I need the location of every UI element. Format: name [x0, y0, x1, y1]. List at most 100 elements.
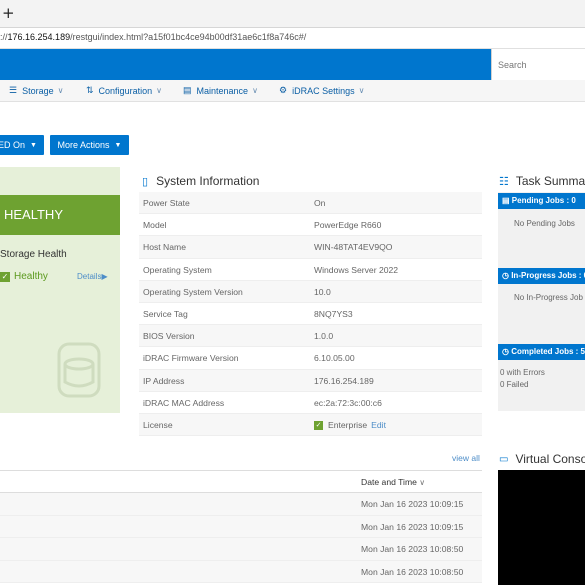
completed-failed-text: 0 Failed — [500, 380, 529, 389]
task-summary-title: Task Summar — [515, 174, 585, 188]
nav-item-configuration[interactable]: ⇅ Configuration ∨ — [86, 85, 162, 96]
sysinfo-row: Host Name WIN-48TAT4EV9QO — [139, 236, 482, 259]
play-arrow-icon: ▶ — [101, 272, 108, 281]
log-date-time: Mon Jan 16 2023 10:08:50 — [361, 566, 464, 577]
inprogress-jobs-header[interactable]: ◷ In-Progress Jobs : 0 — [498, 268, 585, 284]
address-bar[interactable]: ://176.16.254.189/restgui/index.html?a15… — [0, 28, 585, 49]
sysinfo-row: Power State On — [139, 192, 482, 215]
checkmark-icon: ✓ — [314, 421, 323, 431]
sysinfo-key: BIOS Version — [143, 331, 195, 342]
sysinfo-value: 10.0 — [314, 286, 331, 297]
virtual-console-title: Virtual Console — [515, 452, 585, 466]
sysinfo-key: iDRAC MAC Address — [143, 397, 225, 408]
sysinfo-row: iDRAC Firmware Version 6.10.05.00 — [139, 347, 482, 370]
sysinfo-row: Service Tag 8NQ7YS3 — [139, 303, 482, 326]
nav-item-maintenance[interactable]: ▤ Maintenance ∨ — [183, 85, 258, 96]
pending-jobs-header[interactable]: ▤ Pending Jobs : 0 — [498, 193, 585, 209]
caret-down-icon: ▼ — [30, 141, 37, 149]
storage-details-link[interactable]: Details▶ — [77, 272, 108, 281]
idrac-settings-icon: ⚙ — [279, 85, 288, 95]
sysinfo-row: iDRAC MAC Address ec:2a:72:3c:00:c6 — [139, 392, 482, 414]
log-table-header: Date and Time ∨ — [0, 470, 482, 493]
nav-item-idrac-settings[interactable]: ⚙ iDRAC Settings ∨ — [279, 85, 364, 96]
log-row[interactable]: Mon Jan 16 2023 10:09:15 — [0, 493, 482, 516]
storage-health-status: Healthy — [14, 271, 48, 282]
log-row[interactable]: Mon Jan 16 2023 10:08:50 — [0, 560, 482, 583]
storage-icon: ☰ — [9, 85, 18, 95]
sysinfo-value: 6.10.05.00 — [314, 353, 355, 364]
sysinfo-value: 8NQ7YS3 — [314, 308, 353, 319]
sysinfo-value: WIN-48TAT4EV9QO — [314, 242, 393, 253]
chevron-down-icon: ∨ — [252, 86, 258, 95]
license-value: Enterprise — [328, 419, 368, 430]
caret-down-icon: ▼ — [114, 141, 122, 149]
search-input[interactable] — [492, 49, 585, 80]
virtual-console-heading: ▭ Virtual Console — [499, 452, 585, 466]
search-box — [491, 49, 585, 80]
license-edit-link[interactable]: Edit — [371, 420, 386, 430]
sysinfo-row: Model PowerEdge R660 — [139, 214, 482, 237]
date-time-header-label: Date and Time — [361, 477, 417, 487]
sysinfo-value: 1.0.0 — [314, 331, 334, 342]
date-time-column-header[interactable]: Date and Time ∨ — [361, 477, 425, 487]
sysinfo-key: Service Tag — [143, 308, 188, 319]
led-on-button[interactable]: LED On ▼ — [0, 135, 44, 155]
maintenance-icon: ▤ — [183, 85, 192, 95]
clock-icon: ◷ — [502, 271, 512, 280]
sysinfo-value: ec:2a:72:3c:00:c6 — [314, 397, 382, 408]
configuration-icon: ⇅ — [86, 85, 94, 95]
main-nav: ☰ Storage ∨ ⇅ Configuration ∨ ▤ Maintena… — [0, 80, 585, 102]
sysinfo-key: Model — [143, 220, 167, 231]
task-summary-heading: ☷ Task Summar — [499, 174, 585, 188]
url-text: ://176.16.254.189/restgui/index.html?a15… — [0, 32, 306, 42]
storage-disk-icon — [57, 342, 101, 398]
view-all-link[interactable]: view all — [452, 453, 480, 463]
url-host: 176.16.254.189 — [7, 32, 71, 42]
new-tab-button[interactable]: + — [2, 4, 15, 22]
url-prefix: :// — [0, 32, 8, 42]
chevron-down-icon: ∨ — [419, 478, 426, 487]
sysinfo-row: BIOS Version 1.0.0 — [139, 325, 482, 348]
sysinfo-key: Operating System Version — [143, 286, 243, 297]
log-date-time: Mon Jan 16 2023 10:08:50 — [361, 544, 464, 554]
nav-item-label: iDRAC Settings — [292, 85, 355, 96]
completed-jobs-header[interactable]: ◷ Completed Jobs : 5 — [498, 344, 585, 360]
sysinfo-row: Operating System Version 10.0 — [139, 280, 482, 303]
nav-item-label: Maintenance — [196, 85, 249, 96]
inprogress-jobs-label: In-Progress Jobs : 0 — [511, 271, 585, 280]
info-panel-icon: ▯ — [142, 175, 149, 188]
sysinfo-row: IP Address 176.16.254.189 — [139, 369, 482, 392]
led-on-label: LED On — [0, 140, 26, 150]
url-path: /restgui/index.html?a15f01bc4ce94b00df31… — [70, 32, 307, 42]
inprogress-jobs-text: No In-Progress Job — [514, 293, 583, 302]
health-status-banner: HEALTHY — [0, 195, 120, 235]
clock-icon: ◷ — [502, 347, 512, 356]
chevron-down-icon: ∨ — [358, 86, 365, 95]
monitor-icon: ▭ — [499, 453, 509, 465]
log-row[interactable]: Mon Jan 16 2023 10:09:15 — [0, 515, 482, 538]
sysinfo-key: Host Name — [143, 242, 186, 253]
system-information-table: Power State On Model PowerEdge R660 Host N… — [139, 192, 482, 437]
details-label: Details — [77, 272, 102, 281]
license-value-group: ✓ Enterprise Edit — [314, 419, 386, 431]
sysinfo-value: 176.16.254.189 — [314, 375, 374, 386]
system-information-title: System Information — [156, 174, 260, 188]
checkmark-icon: ✓ — [0, 272, 10, 282]
log-row[interactable]: Mon Jan 16 2023 10:08:50 — [0, 538, 482, 561]
sysinfo-value: PowerEdge R660 — [314, 220, 382, 231]
sysinfo-value: Windows Server 2022 — [314, 264, 399, 275]
sysinfo-key: Power State — [143, 198, 190, 208]
app-header — [0, 49, 585, 80]
virtual-console-preview[interactable] — [498, 470, 585, 585]
more-actions-label: More Actions — [57, 140, 110, 150]
nav-item-storage[interactable]: ☰ Storage ∨ — [9, 85, 63, 96]
chevron-down-icon: ∨ — [156, 86, 162, 95]
storage-health-title: Storage Health — [0, 249, 67, 260]
sysinfo-key: License — [143, 419, 173, 430]
system-information-heading: ▯ System Information — [142, 174, 259, 188]
sysinfo-key: iDRAC Firmware Version — [143, 353, 239, 364]
completed-errors-text: 0 with Errors — [500, 368, 545, 377]
chevron-down-icon: ∨ — [57, 86, 64, 95]
sysinfo-row-license: License ✓ Enterprise Edit — [139, 413, 482, 437]
more-actions-button[interactable]: More Actions ▼ — [50, 135, 129, 155]
